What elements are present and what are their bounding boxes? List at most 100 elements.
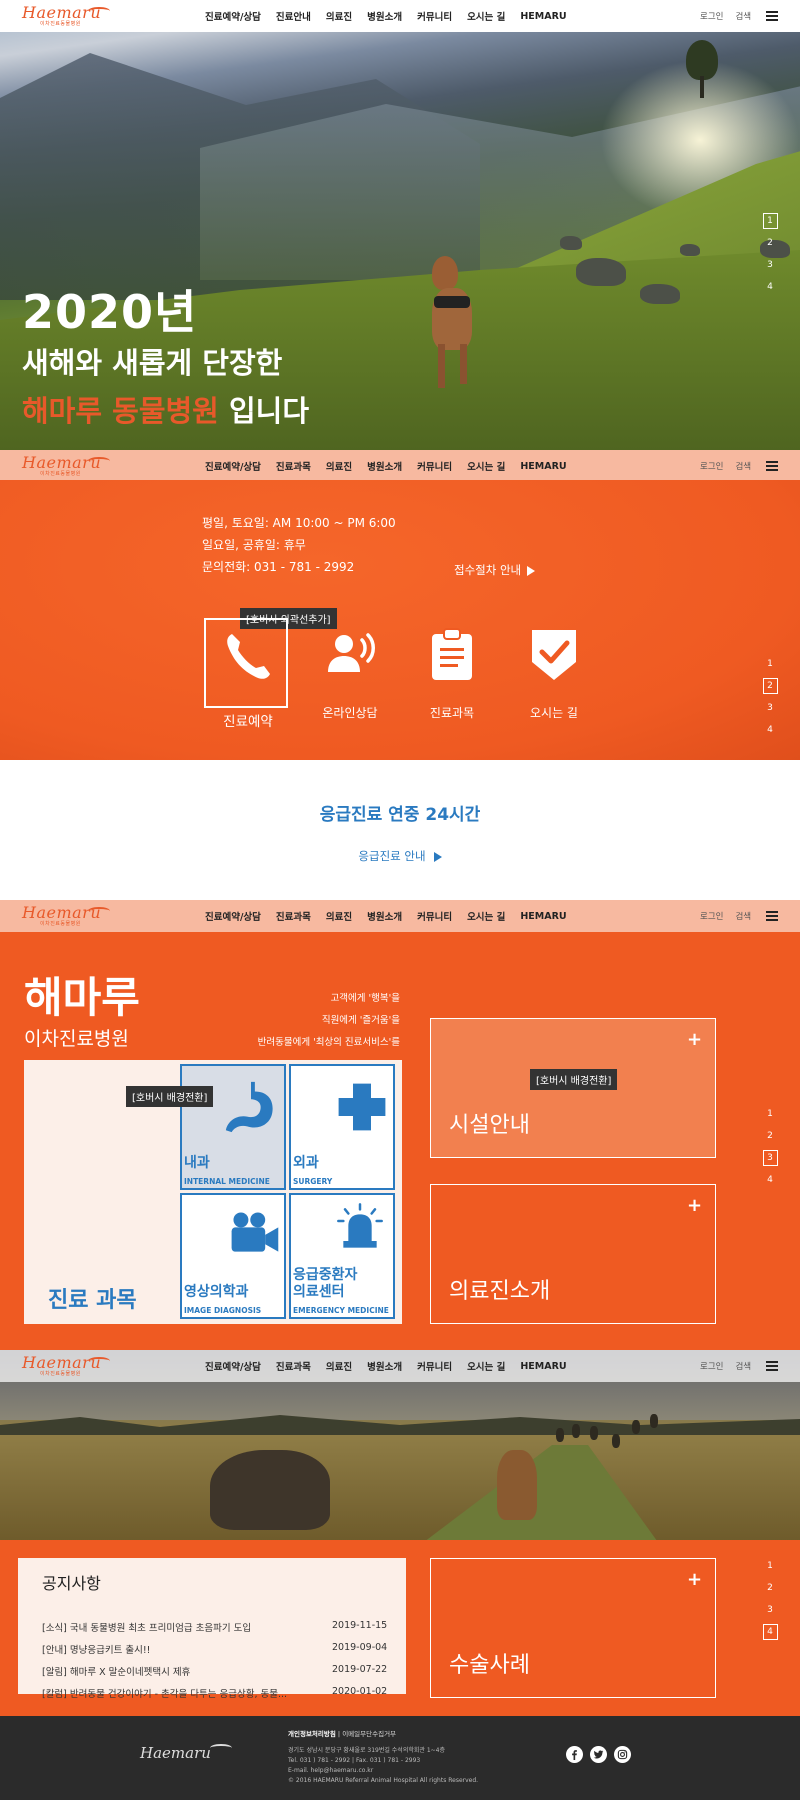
nav-item-directions[interactable]: 오시는 길 <box>467 459 505 473</box>
nav-item-departments[interactable]: 진료과목 <box>276 909 311 923</box>
notice-row[interactable]: [칼럼] 반려동물 건강이야기 - 촌각을 다투는 응급상황, 동물... 202… <box>42 1686 394 1700</box>
clipboard-icon <box>432 628 472 680</box>
nav-item-community[interactable]: 커뮤니티 <box>417 459 452 473</box>
dept-internal-medicine[interactable]: 내과 INTERNAL MEDICINE <box>180 1064 286 1190</box>
dept-surgery[interactable]: 외과 SURGERY <box>289 1064 395 1190</box>
pager-3[interactable]: 3 <box>763 257 778 273</box>
logo[interactable]: Haemaru 이차진료동물병원 <box>22 3 112 29</box>
pager-2[interactable]: 2 <box>762 678 778 694</box>
privacy-link[interactable]: 개인정보처리방침 <box>288 1730 336 1738</box>
nav-item-reservation[interactable]: 진료예약/상담 <box>205 1359 261 1373</box>
dept-imaging[interactable]: 영상의학과 IMAGE DIAGNOSIS <box>180 1193 286 1319</box>
facility-title: 시설안내 <box>449 1113 530 1138</box>
hero-banner: 2020년 새해와 새롭게 단장한 해마루 동물병원 입니다 1 2 3 4 <box>0 0 800 450</box>
email-policy-link[interactable]: 이메일무단수집거부 <box>342 1730 396 1738</box>
login-link[interactable]: 로그인 <box>700 910 723 922</box>
facebook-icon[interactable] <box>566 1746 583 1763</box>
slogan-1: 고객에게 '행복'을 <box>330 993 400 1004</box>
utility-links: 로그인 검색 <box>700 900 751 932</box>
nav-item-hemaru[interactable]: HEMARU <box>520 1361 566 1372</box>
pager-1[interactable]: 1 <box>762 213 778 229</box>
login-link[interactable]: 로그인 <box>700 10 723 22</box>
search-link[interactable]: 검색 <box>735 1360 751 1372</box>
menu-icon[interactable] <box>766 1361 778 1371</box>
login-link[interactable]: 로그인 <box>700 460 723 472</box>
pager-4[interactable]: 4 <box>763 722 778 738</box>
footer-email: E-mail. help@haemaru.co.kr <box>288 1767 374 1774</box>
menu-icon[interactable] <box>766 11 778 21</box>
directions-button[interactable]: 오시는 길 <box>512 618 596 720</box>
pager-2[interactable]: 2 <box>763 1580 778 1596</box>
dept-en: SURGERY <box>293 1177 333 1186</box>
search-link[interactable]: 검색 <box>735 460 751 472</box>
logo[interactable]: Haemaru 이차진료동물병원 <box>22 1353 112 1379</box>
nav-item-guide[interactable]: 진료안내 <box>276 9 311 23</box>
logo[interactable]: Haemaru 이차진료동물병원 <box>22 453 112 479</box>
emergency-link[interactable]: 응급진료 안내 <box>0 848 800 864</box>
footer-address: 경기도 성남시 분당구 황새울로 319번길 수석의학회관 1~4층 <box>288 1747 445 1754</box>
footer-logo[interactable]: Haemaru <box>140 1744 211 1762</box>
reservation-button[interactable]: 진료예약 <box>204 618 288 730</box>
nav-item-about[interactable]: 병원소개 <box>367 1359 402 1373</box>
nav-item-about[interactable]: 병원소개 <box>367 9 402 23</box>
nav-item-community[interactable]: 커뮤니티 <box>417 1359 452 1373</box>
nav-item-doctors[interactable]: 의료진 <box>326 459 352 473</box>
staff-title: 의료진소개 <box>449 1279 551 1304</box>
nav-item-directions[interactable]: 오시는 길 <box>467 909 505 923</box>
footer-info: 경기도 성남시 분당구 황새울로 319번길 수석의학회관 1~4층 Tel. … <box>288 1746 478 1786</box>
dept-emergency[interactable]: 응급중환자 의료센터 EMERGENCY MEDICINE <box>289 1193 395 1319</box>
pager-3[interactable]: 3 <box>763 1602 778 1618</box>
search-link[interactable]: 검색 <box>735 910 751 922</box>
check-badge-icon <box>532 630 576 680</box>
pager-4[interactable]: 4 <box>762 1624 778 1640</box>
online-consult-button[interactable]: 온라인상담 <box>308 618 392 720</box>
menu-icon[interactable] <box>766 911 778 921</box>
nav-item-departments[interactable]: 진료과목 <box>276 459 311 473</box>
login-link[interactable]: 로그인 <box>700 1360 723 1372</box>
nav-item-reservation[interactable]: 진료예약/상담 <box>205 459 261 473</box>
nav-item-directions[interactable]: 오시는 길 <box>467 9 505 23</box>
pager-1[interactable]: 1 <box>763 1558 778 1574</box>
header-bar-2: Haemaru 이차진료동물병원 진료예약/상담 진료과목 의료진 병원소개 커… <box>0 450 800 482</box>
notice-row[interactable]: [소식] 국내 동물병원 최초 프리미엄급 초음파기 도입 2019-11-15 <box>42 1620 394 1634</box>
logo[interactable]: Haemaru 이차진료동물병원 <box>22 903 112 929</box>
nav-item-about[interactable]: 병원소개 <box>367 459 402 473</box>
slogan-2: 직원에게 '즐거움'을 <box>321 1015 400 1026</box>
nav-item-community[interactable]: 커뮤니티 <box>417 9 452 23</box>
pager-1[interactable]: 1 <box>763 656 778 672</box>
utility-links: 로그인 검색 <box>700 1350 751 1382</box>
header-bar-4: Haemaru 이차진료동물병원 진료예약/상담 진료과목 의료진 병원소개 커… <box>0 1350 800 1382</box>
nav-item-directions[interactable]: 오시는 길 <box>467 1359 505 1373</box>
pager-1[interactable]: 1 <box>763 1106 778 1122</box>
nav-item-hemaru[interactable]: HEMARU <box>520 11 566 22</box>
nav-item-about[interactable]: 병원소개 <box>367 909 402 923</box>
menu-icon[interactable] <box>766 461 778 471</box>
departments-button[interactable]: 진료과목 <box>410 618 494 720</box>
pager-4[interactable]: 4 <box>763 1172 778 1188</box>
nav-item-hemaru[interactable]: HEMARU <box>520 461 566 472</box>
reception-link[interactable]: 접수절차 안내 <box>454 562 536 578</box>
nav-item-reservation[interactable]: 진료예약/상담 <box>205 9 261 23</box>
twitter-icon[interactable] <box>590 1746 607 1763</box>
notice-row[interactable]: [안내] 명냥응급키트 출시!! 2019-09-04 <box>42 1642 394 1656</box>
pager-3[interactable]: 3 <box>762 1150 778 1166</box>
surgery-cases-box[interactable]: + 수술사례 <box>430 1558 716 1698</box>
pager-4[interactable]: 4 <box>763 279 778 295</box>
nav-item-hemaru[interactable]: HEMARU <box>520 911 566 922</box>
search-link[interactable]: 검색 <box>735 10 751 22</box>
nav-item-departments[interactable]: 진료과목 <box>276 1359 311 1373</box>
pager-2[interactable]: 2 <box>763 235 778 251</box>
nav-item-community[interactable]: 커뮤니티 <box>417 909 452 923</box>
instagram-icon[interactable] <box>614 1746 631 1763</box>
staff-box[interactable]: + 의료진소개 <box>430 1184 716 1324</box>
pager-2[interactable]: 2 <box>763 1128 778 1144</box>
nav-item-doctors[interactable]: 의료진 <box>326 9 352 23</box>
departments-title: 진료 과목 <box>48 1288 137 1313</box>
nav-item-doctors[interactable]: 의료진 <box>326 909 352 923</box>
slogan-3: 반려동물에게 '최상의 진료서비스'를 <box>257 1037 400 1048</box>
facility-box[interactable]: + [호버시 배경전환] 시설안내 <box>430 1018 716 1158</box>
nav-item-doctors[interactable]: 의료진 <box>326 1359 352 1373</box>
nav-item-reservation[interactable]: 진료예약/상담 <box>205 909 261 923</box>
notice-row[interactable]: [알림] 해마루 X 말순이네펫택시 제휴 2019-07-22 <box>42 1664 394 1678</box>
pager-3[interactable]: 3 <box>763 700 778 716</box>
